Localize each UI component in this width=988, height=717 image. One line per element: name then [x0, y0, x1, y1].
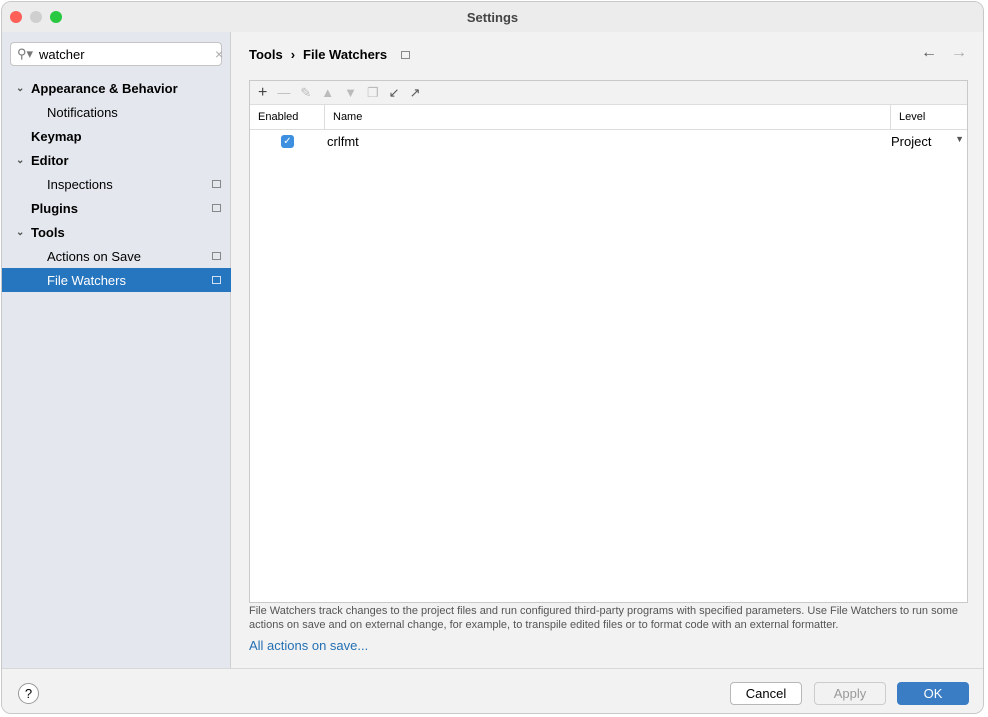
- tree-item[interactable]: Actions on Save: [2, 244, 231, 268]
- level-value: Project: [891, 133, 932, 149]
- chevron-down-icon[interactable]: ⌄: [16, 227, 24, 238]
- project-scope-icon: [212, 204, 221, 212]
- watcher-name: crlfmt: [327, 133, 359, 149]
- project-scope-icon: [212, 252, 221, 260]
- breadcrumb-separator-icon: ›: [290, 47, 296, 62]
- search-icon: ⚲▾: [17, 46, 34, 61]
- tree-item-label: Inspections: [47, 176, 113, 192]
- close-window-button[interactable]: [10, 11, 22, 23]
- table-header: Enabled Name Level: [250, 105, 967, 130]
- all-actions-on-save-link[interactable]: All actions on save...: [249, 638, 368, 653]
- project-scope-icon: [212, 180, 221, 188]
- help-button[interactable]: ?: [18, 683, 39, 704]
- maximize-window-button[interactable]: [50, 11, 62, 23]
- tree-item-label: Notifications: [47, 104, 118, 120]
- settings-sidebar: ⚲▾ × ⌄ Appearance & Behavior Notifications…: [2, 32, 231, 668]
- table-row[interactable]: ✓ crlfmt Project ▼: [250, 130, 967, 152]
- clear-search-icon[interactable]: ×: [215, 46, 223, 62]
- tree-item[interactable]: ⌄ Editor: [2, 148, 231, 172]
- window-title: Settings: [466, 9, 519, 25]
- cancel-button[interactable]: Cancel: [730, 682, 802, 705]
- ok-button[interactable]: OK: [897, 682, 969, 705]
- project-scope-icon: [401, 50, 411, 59]
- tree-item[interactable]: Plugins: [2, 196, 231, 220]
- tree-item-label: Actions on Save: [47, 248, 141, 264]
- title-bar: Settings: [2, 2, 983, 32]
- dialog-footer: ? Cancel Apply OK: [2, 668, 983, 713]
- tree-item-label: File Watchers: [47, 272, 126, 288]
- forward-arrow-icon[interactable]: →: [951, 44, 967, 62]
- minimize-window-button[interactable]: [30, 11, 42, 23]
- project-scope-icon: [212, 276, 221, 284]
- breadcrumb: Tools › File Watchers: [249, 47, 411, 62]
- remove-icon[interactable]: —: [277, 85, 290, 100]
- tree-item-label: Editor: [31, 152, 69, 168]
- column-enabled[interactable]: Enabled: [250, 105, 325, 129]
- add-icon[interactable]: +: [258, 84, 267, 102]
- tree-item-label: Appearance & Behavior: [31, 80, 178, 96]
- tree-item[interactable]: Inspections: [2, 172, 231, 196]
- tree-item[interactable]: Keymap: [2, 124, 231, 148]
- tree-item[interactable]: File Watchers: [2, 268, 231, 292]
- column-level[interactable]: Level: [891, 105, 967, 129]
- search-field[interactable]: ⚲▾ ×: [10, 42, 223, 66]
- breadcrumb-current: File Watchers: [303, 47, 388, 62]
- column-name[interactable]: Name: [325, 105, 891, 129]
- chevron-down-icon[interactable]: ⌄: [16, 83, 24, 94]
- tree-item-label: Plugins: [31, 200, 78, 216]
- tree-item[interactable]: ⌄ Tools: [2, 220, 231, 244]
- tree-item[interactable]: Notifications: [2, 100, 231, 124]
- tree-item[interactable]: ⌄ Appearance & Behavior: [2, 76, 231, 100]
- level-select[interactable]: Project ▼: [891, 134, 967, 149]
- apply-button[interactable]: Apply: [814, 682, 886, 705]
- edit-pencil-icon[interactable]: ✎: [300, 85, 311, 101]
- breadcrumb-parent[interactable]: Tools: [249, 47, 283, 62]
- tree-item-label: Tools: [31, 224, 65, 240]
- file-watchers-table: + — ✎ ▲ ▼ ❐ ↙ ↗ Enabled Name Level ✓ crl…: [249, 80, 968, 603]
- back-arrow-icon[interactable]: ←: [921, 44, 937, 62]
- move-up-icon[interactable]: ▲: [321, 85, 334, 100]
- settings-window: Settings ⚲▾ × ⌄ Appearance & Behavior Noti…: [1, 1, 984, 714]
- import-icon[interactable]: ↙: [389, 85, 400, 101]
- move-down-icon[interactable]: ▼: [344, 85, 357, 100]
- dropdown-arrow-icon: ▼: [955, 133, 964, 144]
- search-input[interactable]: [39, 46, 216, 62]
- settings-tree: ⌄ Appearance & Behavior Notifications Keyma…: [2, 76, 231, 292]
- chevron-down-icon[interactable]: ⌄: [16, 155, 24, 166]
- description-text: File Watchers track changes to the proje…: [249, 605, 958, 631]
- table-toolbar: + — ✎ ▲ ▼ ❐ ↙ ↗: [250, 81, 967, 105]
- copy-icon[interactable]: ❐: [367, 85, 379, 101]
- tree-item-label: Keymap: [31, 128, 82, 144]
- export-icon[interactable]: ↗: [410, 85, 421, 101]
- enabled-checkbox[interactable]: ✓: [281, 134, 294, 148]
- main-panel: Tools › File Watchers ← → + — ✎ ▲ ▼ ❐ ↙ …: [232, 32, 983, 668]
